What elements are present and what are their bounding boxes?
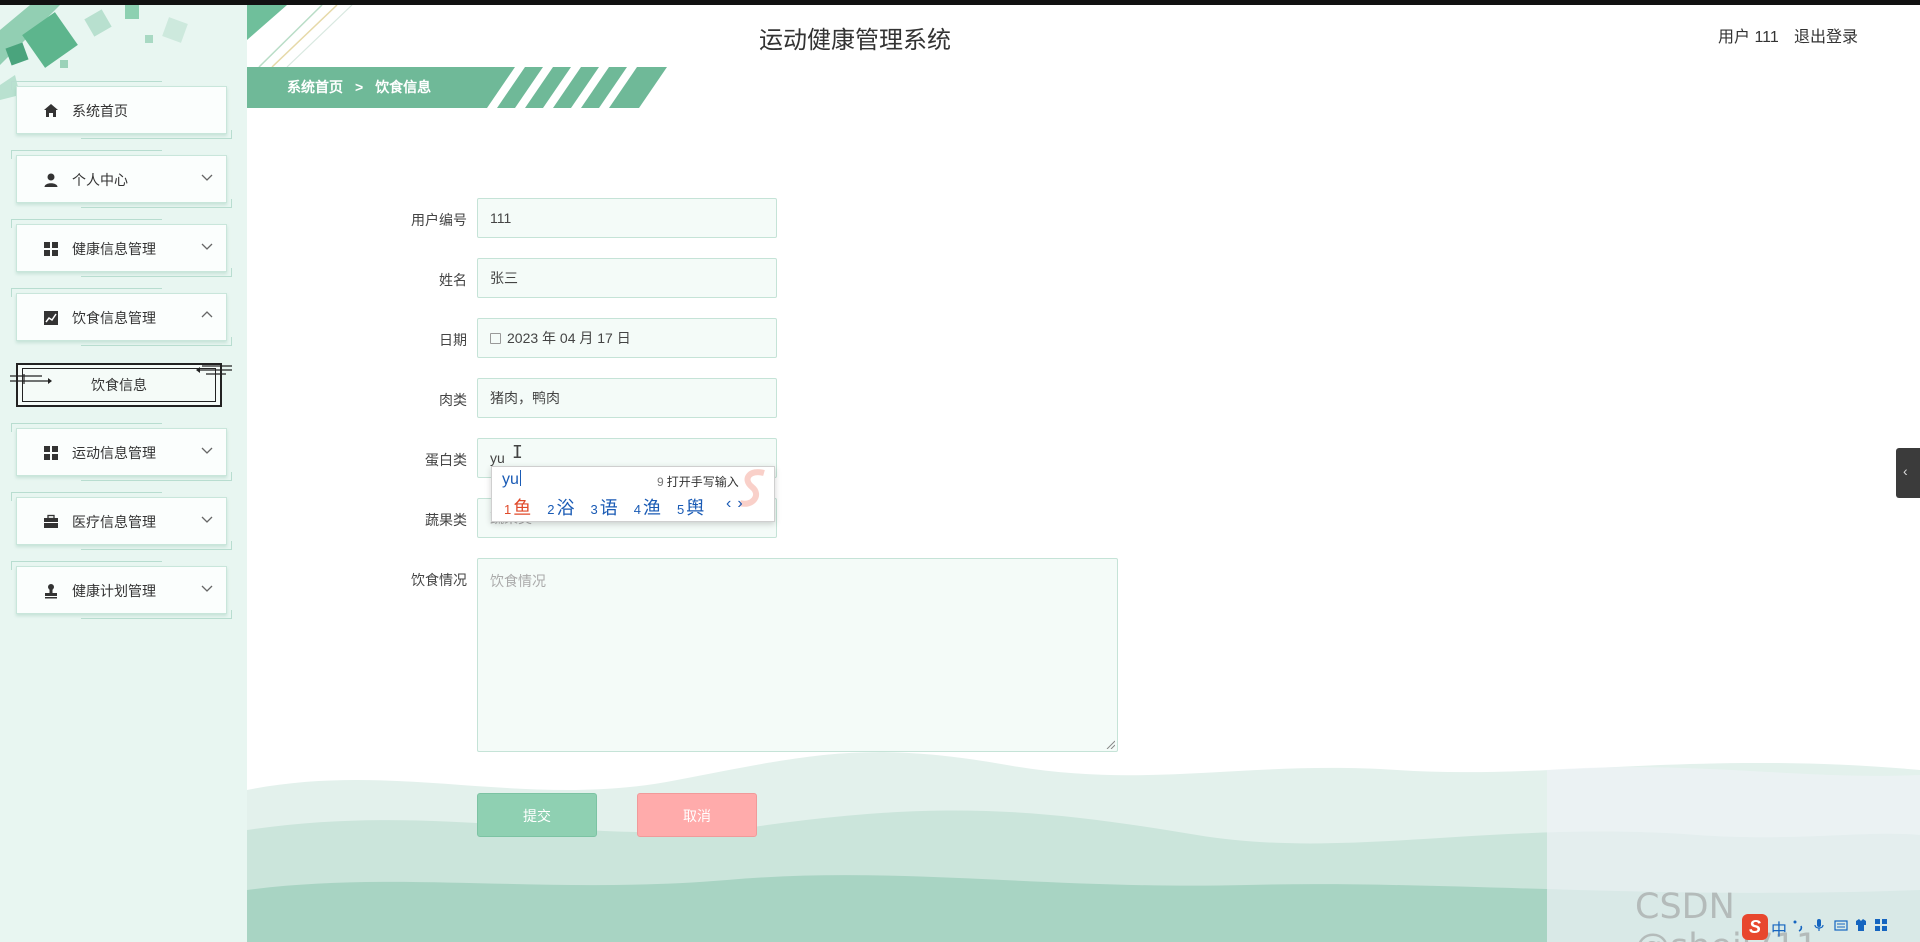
protein-label: 蛋白类 [425, 452, 467, 468]
ime-candidates: 1鱼 2浴 3语 4渔 5舆 [504, 494, 715, 520]
diet-placeholder: 饮食情况 [490, 573, 546, 589]
ime-prev-page-icon[interactable]: ‹ [726, 495, 731, 512]
arrow-right-icon [10, 374, 52, 384]
ime-candidate[interactable]: 2浴 [547, 494, 574, 520]
ime-composition-text: yu [502, 471, 519, 488]
ime-candidate-window: yu 9 打开手写输入 1鱼 2浴 3语 4渔 5舆 ‹ › [491, 466, 775, 522]
grid-icon [44, 446, 58, 460]
diet-textarea[interactable]: 饮食情况 [477, 558, 1118, 752]
ime-candidate-num: 1 [504, 502, 512, 517]
person-icon [44, 173, 58, 187]
cancel-button[interactable]: 取消 [637, 793, 757, 837]
sidebar-item-label: 健康信息管理 [72, 241, 156, 257]
chevron-down-icon [201, 447, 213, 454]
ime-candidate-text: 浴 [556, 498, 575, 518]
sidebar-item-home[interactable]: 系统首页 [11, 81, 232, 139]
ime-handwrite-num: 9 [657, 475, 664, 489]
ime-handwrite-option[interactable]: 9 打开手写输入 [657, 473, 739, 490]
user-id-label: 用户编号 [411, 212, 467, 228]
user-label: 用户 111 [1718, 29, 1779, 46]
arrow-left-icon [196, 365, 232, 375]
name-label: 姓名 [439, 272, 467, 288]
date-label: 日期 [439, 332, 467, 348]
sidebar-item-health-plan[interactable]: 健康计划管理 [11, 561, 232, 619]
sidebar-item-label: 个人中心 [72, 172, 128, 188]
home-icon [44, 104, 58, 117]
ime-candidate[interactable]: 4渔 [634, 494, 661, 520]
grid-icon [44, 242, 58, 256]
date-picker[interactable]: 2023 年 04 月 17 日 [477, 318, 777, 358]
chart-icon [44, 311, 58, 325]
ime-candidate-num: 5 [677, 502, 685, 517]
chevron-down-icon [201, 243, 213, 250]
sogou-logo-icon[interactable]: S [1742, 914, 1768, 940]
vegfruit-label: 蔬果类 [425, 512, 467, 528]
microphone-icon[interactable] [1812, 918, 1826, 932]
sidebar-item-personal-center[interactable]: 个人中心 [11, 150, 232, 208]
ime-candidate-num: 3 [590, 502, 598, 517]
ime-composition: yu [502, 470, 521, 489]
chevron-left-icon: ‹ [1903, 463, 1908, 479]
chevron-down-icon [201, 585, 213, 592]
ime-next-page-icon[interactable]: › [737, 495, 742, 512]
ime-candidate-text: 语 [599, 498, 618, 518]
ime-toolbar: S 中 [1742, 910, 1920, 942]
breadcrumb-home[interactable]: 系统首页 [287, 79, 343, 95]
sidebar-item-label: 系统首页 [72, 103, 128, 119]
ime-candidate[interactable]: 5舆 [677, 494, 704, 520]
punctuation-icon[interactable] [1792, 918, 1806, 932]
meat-input[interactable]: 猪肉，鸭肉 [477, 378, 777, 418]
ime-candidate-num: 2 [547, 502, 555, 517]
diet-label: 饮食情况 [411, 572, 467, 588]
toolbox-icon[interactable] [1874, 918, 1888, 932]
briefcase-icon [44, 514, 58, 528]
ime-candidate-num: 4 [633, 502, 641, 517]
logout-link[interactable]: 退出登录 [1794, 23, 1858, 47]
meat-label: 肉类 [439, 392, 467, 408]
name-input[interactable]: 张三 [477, 258, 777, 298]
sidebar-item-label: 医疗信息管理 [72, 514, 156, 530]
stamp-icon [45, 584, 57, 599]
header-decoration [247, 5, 353, 67]
calendar-icon [490, 333, 501, 344]
resize-handle-icon[interactable] [1105, 739, 1115, 749]
ime-handwrite-label: 打开手写输入 [666, 475, 739, 489]
chevron-down-icon [201, 174, 213, 181]
ime-candidate-text: 舆 [686, 498, 705, 518]
side-panel-toggle[interactable]: ‹ [1896, 448, 1920, 498]
ime-page-nav: ‹ › [726, 495, 749, 513]
breadcrumb-current: 饮食信息 [375, 79, 432, 95]
sidebar: 系统首页 个人中心 健康信息管理 饮食信息管理 饮食信息 运动信息管理 医疗信息… [0, 5, 247, 942]
ime-language-toggle[interactable]: 中 [1771, 916, 1787, 940]
sidebar-item-label: 饮食信息管理 [72, 310, 156, 326]
breadcrumb-separator: > [355, 79, 364, 95]
keyboard-icon[interactable] [1834, 918, 1848, 932]
skin-icon[interactable] [1854, 918, 1868, 932]
chevron-down-icon [201, 516, 213, 523]
app-title: 运动健康管理系统 [759, 27, 951, 54]
sidebar-item-label: 运动信息管理 [72, 445, 156, 461]
chevron-up-icon [201, 311, 213, 318]
ime-candidate[interactable]: 1鱼 [504, 494, 531, 520]
ime-candidate-text: 鱼 [513, 498, 532, 518]
ime-candidate-text: 渔 [642, 498, 661, 518]
sidebar-item-label: 健康计划管理 [72, 583, 156, 599]
ime-candidate[interactable]: 3语 [591, 494, 618, 520]
sidebar-item-health-info[interactable]: 健康信息管理 [11, 219, 232, 277]
breadcrumb: 系统首页 > 饮食信息 [287, 67, 431, 108]
ime-caret [519, 470, 521, 486]
user-id-input[interactable]: 111 [477, 198, 777, 238]
sidebar-item-exercise-info[interactable]: 运动信息管理 [11, 423, 232, 481]
text-cursor-icon: I [512, 442, 523, 463]
submit-button[interactable]: 提交 [477, 793, 597, 837]
sidebar-item-medical-info[interactable]: 医疗信息管理 [11, 492, 232, 550]
date-value: 2023 年 04 月 17 日 [507, 330, 631, 346]
sidebar-item-diet-info[interactable]: 饮食信息管理 [11, 288, 232, 346]
